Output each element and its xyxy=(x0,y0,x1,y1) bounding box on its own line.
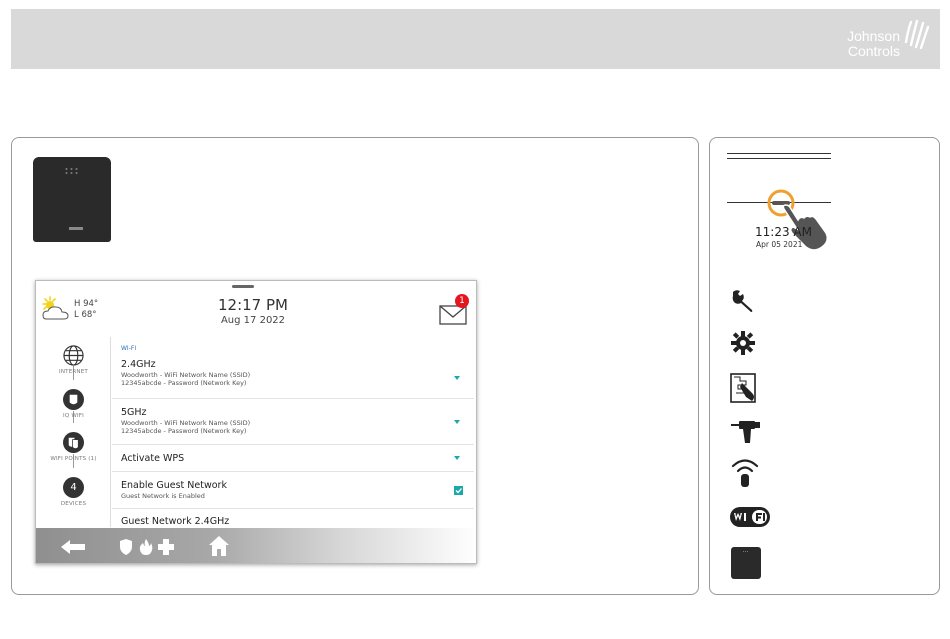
bottom-nav-bar xyxy=(36,528,476,563)
wifi-shield-icon xyxy=(69,394,78,405)
weather-widget[interactable]: H 94° L 68° xyxy=(40,295,110,325)
nav-label-devices: DEVICES xyxy=(60,501,87,507)
nav-label-iq-wifi: IQ WIFI xyxy=(63,413,84,419)
nav-item-wifi-points[interactable]: WIFI POINTS (1) xyxy=(36,432,111,462)
nav-item-devices[interactable]: 4 DEVICES xyxy=(36,477,111,507)
panel-device-image xyxy=(33,157,111,242)
row-activate-wps[interactable]: Activate WPS xyxy=(112,445,474,472)
shield-icon[interactable] xyxy=(119,539,133,555)
brand-line-2: Controls xyxy=(847,43,900,59)
gear-icon xyxy=(731,331,755,355)
home-icon[interactable] xyxy=(208,535,230,557)
pull-down-handle[interactable] xyxy=(232,285,254,288)
wrench-icon xyxy=(732,290,753,312)
device-icon xyxy=(731,547,761,579)
side-panel: 11:23 AM Apr 05 2021 xyxy=(709,137,940,595)
row-ssid: Woodworth - WiFi Network Name (SSID) xyxy=(121,419,251,427)
nav-label-internet: INTERNET xyxy=(59,369,88,375)
brand-line-1: Johnson xyxy=(847,28,900,44)
divider xyxy=(727,153,831,154)
fire-icon[interactable] xyxy=(139,539,153,555)
chevron-down-icon[interactable] xyxy=(454,376,460,380)
message-badge: 1 xyxy=(455,294,469,308)
panel-touch-icon xyxy=(730,373,756,403)
row-title: Enable Guest Network xyxy=(121,480,227,491)
row-ssid: Woodworth - WiFi Network Name (SSID) xyxy=(121,371,251,379)
weather-low: L 68° xyxy=(74,310,97,320)
brand-mark-icon xyxy=(904,19,930,50)
drill-icon xyxy=(731,421,760,443)
main-panel: H 94° L 68° 12:17 PM Aug 17 2022 1 INTER… xyxy=(11,137,699,595)
clock: 12:17 PM Aug 17 2022 xyxy=(198,296,308,327)
chevron-down-icon[interactable] xyxy=(454,456,460,460)
wifi-badge-icon xyxy=(730,507,770,527)
section-title: WI-FI xyxy=(121,345,137,352)
wifi-settings-list: WI-FI 2.4GHz Woodworth - WiFi Network Na… xyxy=(112,337,474,527)
back-arrow-icon[interactable] xyxy=(60,539,86,555)
nav-item-iq-wifi[interactable]: IQ WIFI xyxy=(36,389,111,419)
brand-logo: Johnson Controls xyxy=(847,29,900,59)
partly-cloudy-icon xyxy=(42,296,69,320)
nav-label-wifi-points: WIFI POINTS (1) xyxy=(50,456,97,462)
row-title: 2.4GHz xyxy=(121,359,156,370)
guest-network-checkbox[interactable] xyxy=(454,486,463,495)
row-2-4ghz[interactable]: 2.4GHz Woodworth - WiFi Network Name (SS… xyxy=(112,355,474,399)
row-title: 5GHz xyxy=(121,407,147,418)
row-password: 12345abcde - Password (Network Key) xyxy=(121,427,247,435)
medical-plus-icon[interactable] xyxy=(158,539,174,555)
clock-date: Aug 17 2022 xyxy=(220,315,286,326)
divider xyxy=(727,158,831,159)
row-guest-network[interactable]: Enable Guest Network Guest Network is En… xyxy=(112,472,474,509)
checkmark-icon xyxy=(455,488,462,494)
side-time: 11:23 AM xyxy=(755,225,812,239)
header-bar: Johnson Controls xyxy=(11,9,940,69)
settings-nav: INTERNET IQ WIFI WIFI POINTS (1) 4 DEVIC… xyxy=(36,337,111,527)
clock-time: 12:17 PM xyxy=(218,296,288,314)
row-title: Activate WPS xyxy=(121,453,185,464)
row-sub: Guest Network is Enabled xyxy=(121,492,205,500)
side-date: Apr 05 2021 xyxy=(756,240,803,249)
envelope-icon[interactable] xyxy=(439,305,467,325)
row-5ghz[interactable]: 5GHz Woodworth - WiFi Network Name (SSID… xyxy=(112,399,474,445)
chevron-down-icon[interactable] xyxy=(454,420,460,424)
row-password: 12345abcde - Password (Network Key) xyxy=(121,379,247,387)
wifi-points-icon xyxy=(68,437,79,450)
row-title: Guest Network 2.4GHz xyxy=(121,516,230,527)
weather-high: H 94° xyxy=(74,299,99,309)
nav-item-internet[interactable]: INTERNET xyxy=(36,345,111,375)
devices-count: 4 xyxy=(63,477,84,498)
globe-icon xyxy=(63,345,84,366)
panel-screen: H 94° L 68° 12:17 PM Aug 17 2022 1 INTER… xyxy=(35,280,477,564)
wireless-sensor-icon xyxy=(731,459,759,487)
